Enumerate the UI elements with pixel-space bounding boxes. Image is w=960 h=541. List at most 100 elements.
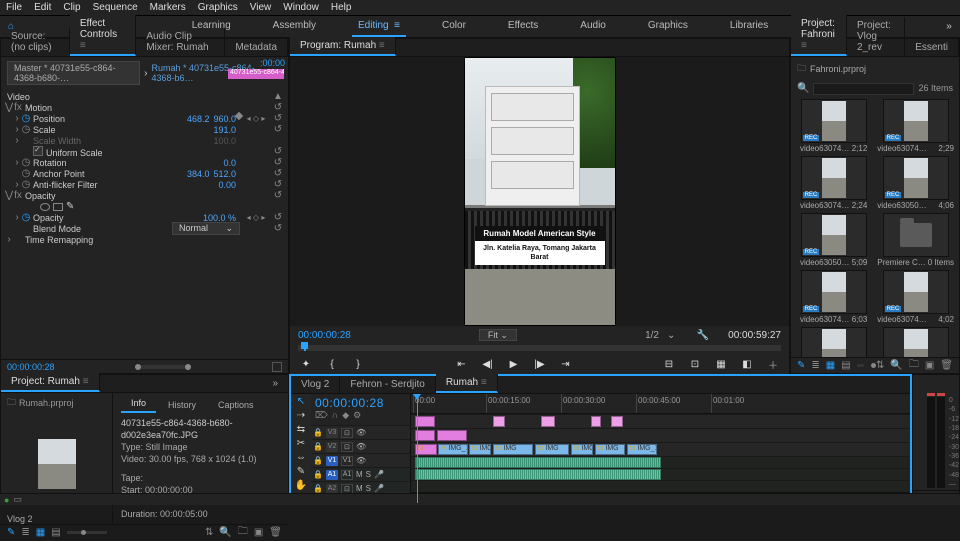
reset-icon[interactable]: ↺ xyxy=(272,190,284,201)
ec-motion-group[interactable]: Motion xyxy=(23,103,272,113)
list-view-icon[interactable]: ≣ xyxy=(811,360,819,371)
source-patch[interactable]: ⊡ xyxy=(341,484,353,494)
anchor-y[interactable]: 512.0 xyxy=(213,169,236,179)
reset-icon[interactable]: ↺ xyxy=(272,212,284,223)
lock-icon[interactable]: 🔒 xyxy=(313,484,323,493)
stopwatch-icon[interactable]: ◷ xyxy=(21,157,31,168)
extract-icon[interactable]: ⊡ xyxy=(687,357,703,371)
bin-item[interactable]: RECvideo6307486b666…1;29 xyxy=(874,327,957,357)
anchor-x[interactable]: 384.0 xyxy=(187,169,210,179)
reset-icon[interactable]: ↺ xyxy=(272,124,284,135)
new-bin-icon[interactable]: 🗀 xyxy=(238,524,248,541)
list-view-icon[interactable]: ≣ xyxy=(21,527,29,538)
tab-audio-clip-mixer[interactable]: Audio Clip Mixer: Rumah xyxy=(136,28,225,56)
sort-icon[interactable]: ⇅ xyxy=(205,527,213,538)
step-fwd-icon[interactable]: |▶ xyxy=(532,357,548,371)
bin-icon[interactable]: 🗀 xyxy=(797,61,806,77)
bin-item[interactable]: RECvideo6307486b666… xyxy=(797,327,870,357)
timeline-clip[interactable] xyxy=(541,416,555,427)
button-editor-icon[interactable]: ＋ xyxy=(765,357,781,371)
video-thumb[interactable]: REC xyxy=(883,270,949,314)
project-crumb[interactable]: Fahroni.prproj xyxy=(810,64,866,74)
menu-help[interactable]: Help xyxy=(331,2,352,13)
workspace-audio[interactable]: Audio xyxy=(574,16,612,37)
track-target-v3[interactable]: V3 xyxy=(326,428,338,438)
ec-opacity-group[interactable]: Opacity xyxy=(23,191,272,201)
ec-zoom-slider[interactable] xyxy=(135,365,191,369)
source-patch[interactable]: A1 xyxy=(341,470,353,480)
program-zoom-dropdown[interactable]: Fit ⌄ xyxy=(479,329,517,341)
workspace-graphics[interactable]: Graphics xyxy=(642,16,694,37)
stopwatch-icon[interactable]: ◷ xyxy=(21,179,31,190)
tab-metadata[interactable]: Metadata xyxy=(225,39,288,56)
lock-icon[interactable]: 🔒 xyxy=(313,470,323,479)
workspace-effects[interactable]: Effects xyxy=(502,16,544,37)
go-in-icon[interactable]: ⇤ xyxy=(454,357,470,371)
video-thumb[interactable]: REC xyxy=(801,156,867,200)
timeline-clip[interactable] xyxy=(415,457,661,468)
rotation-val[interactable]: 0.0 xyxy=(223,158,236,168)
tab-project-vlog2rev[interactable]: Project: Vlog 2_rev xyxy=(847,17,905,56)
menu-sequence[interactable]: Sequence xyxy=(93,2,138,13)
timeline-clip[interactable]: fx IMG xyxy=(595,444,625,455)
settings-icon[interactable]: ⚙ xyxy=(353,410,361,421)
menu-edit[interactable]: Edit xyxy=(34,2,51,13)
bin-icon[interactable]: 🗀 xyxy=(7,395,16,411)
mask-ellipse-icon[interactable] xyxy=(40,203,50,211)
scale-val[interactable]: 191.0 xyxy=(213,125,236,135)
lock-icon[interactable]: 🔒 xyxy=(313,442,323,451)
bin-item[interactable]: RECvideo630504246…4;06 xyxy=(874,156,957,211)
checkbox-icon[interactable] xyxy=(33,146,43,156)
kf-add-icon[interactable]: ◇ xyxy=(253,114,259,123)
timeline-clip[interactable] xyxy=(415,469,661,480)
mark-out-icon[interactable]: } xyxy=(350,357,366,371)
stopwatch-icon[interactable]: ◷ xyxy=(21,113,31,124)
program-scrub-bar[interactable] xyxy=(298,345,781,351)
mute-button[interactable]: M xyxy=(356,484,363,493)
twirl-icon[interactable]: › xyxy=(13,157,21,168)
freeform-view-icon[interactable]: ▤ xyxy=(841,360,850,371)
bin-item[interactable]: RECvideo6307486b666…2;24 xyxy=(797,156,870,211)
info-tab-captions[interactable]: Captions xyxy=(208,397,264,413)
tab-project-rumah[interactable]: Project: Rumah xyxy=(1,373,100,392)
video-thumb[interactable]: REC xyxy=(883,99,949,143)
video-thumb[interactable]: REC xyxy=(883,156,949,200)
seq-tab-vlog2[interactable]: Vlog 2 xyxy=(291,376,340,393)
track-target-v2[interactable]: V2 xyxy=(326,442,338,452)
panel-overflow-icon[interactable]: » xyxy=(262,375,288,392)
track-select-tool-icon[interactable]: ⇢ xyxy=(294,410,308,421)
clip-indicator[interactable] xyxy=(937,393,945,396)
menu-markers[interactable]: Markers xyxy=(150,2,186,13)
icon-view-icon[interactable]: ▦ xyxy=(826,360,835,371)
razor-tool-icon[interactable]: ✂ xyxy=(294,438,308,449)
stopwatch-icon[interactable]: ◷ xyxy=(21,168,31,179)
selection-tool-icon[interactable]: ↖ xyxy=(294,396,308,407)
source-patch[interactable]: ⊡ xyxy=(341,428,353,438)
ec-master-dropdown[interactable]: Master * 40731e55-c864-4368-b680-… xyxy=(7,61,140,85)
antiflicker-val[interactable]: 0.00 xyxy=(218,180,236,190)
menu-file[interactable]: File xyxy=(6,2,22,13)
menu-graphics[interactable]: Graphics xyxy=(198,2,238,13)
mark-in-icon[interactable]: { xyxy=(324,357,340,371)
tab-essential[interactable]: Essenti xyxy=(905,39,959,56)
sort-icon[interactable]: ⇅ xyxy=(876,360,884,371)
source-patch[interactable]: V1 xyxy=(341,456,353,466)
timeline-clip[interactable]: fx IMG xyxy=(535,444,569,455)
seq-tab-fehron[interactable]: Fehron - Serdjito xyxy=(340,376,435,393)
menu-view[interactable]: View xyxy=(250,2,272,13)
twirl-icon[interactable]: › xyxy=(5,234,13,245)
menu-clip[interactable]: Clip xyxy=(63,2,80,13)
source-patch[interactable]: ⊡ xyxy=(341,442,353,452)
write-icon[interactable]: ✎ xyxy=(7,527,15,538)
bin-item[interactable]: RECvideo6307486b666…6;03 xyxy=(797,270,870,325)
ec-footer-timecode[interactable]: 00:00:00:28 xyxy=(7,362,55,372)
bin-item[interactable]: RECvideo6305042246…5;09 xyxy=(797,213,870,268)
wrench-icon[interactable]: 🔧 xyxy=(697,330,709,341)
expand-all-icon[interactable]: ▲ xyxy=(272,91,284,102)
timeline-clip[interactable]: fx IMG_176.MOV xyxy=(627,444,657,455)
bin-item[interactable]: RECvideo6307486b666…2;12 xyxy=(797,99,870,154)
kf-next-icon[interactable]: ▸ xyxy=(261,213,265,222)
project-search-input[interactable] xyxy=(813,83,914,95)
linked-sel-icon[interactable]: ∩ xyxy=(332,410,338,421)
timeline-clip[interactable]: fx xyxy=(415,444,437,455)
